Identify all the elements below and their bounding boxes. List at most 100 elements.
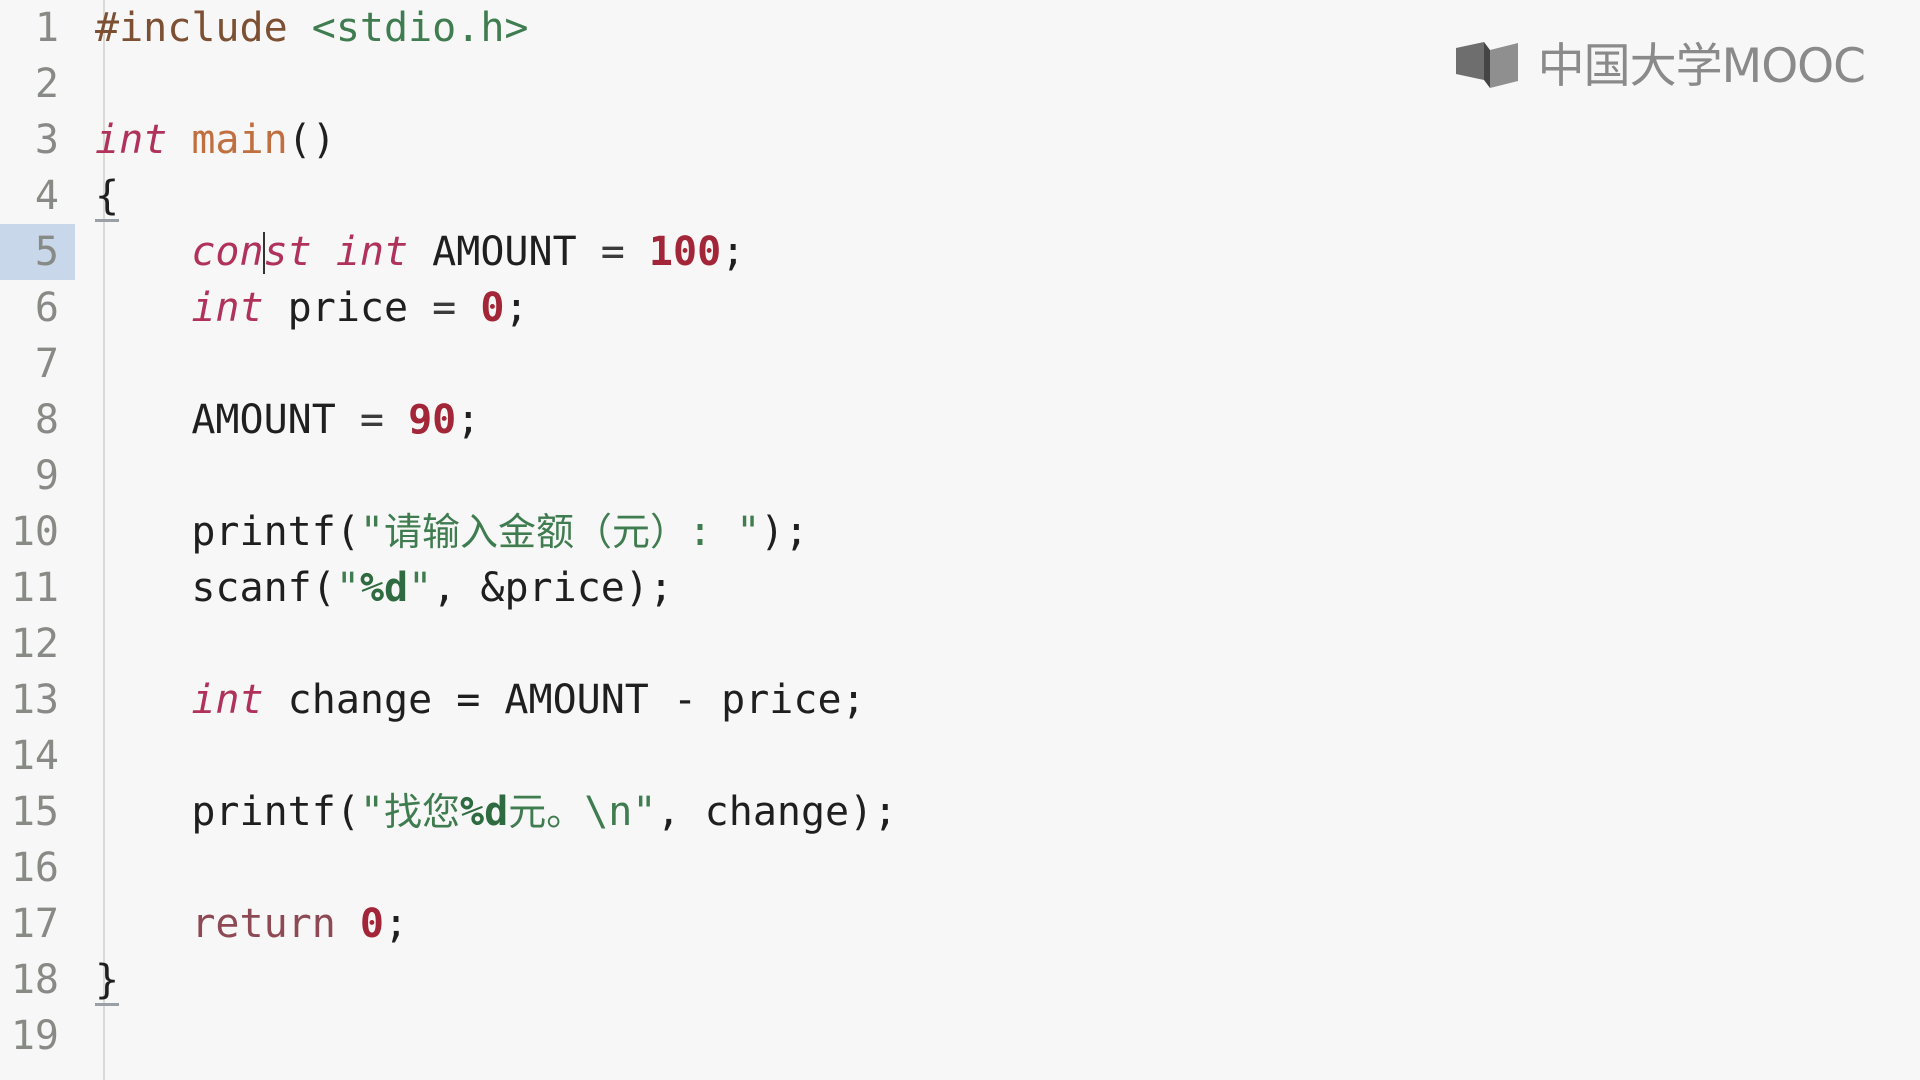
- code-line-12[interactable]: 12: [0, 616, 1920, 672]
- token-int: int: [191, 677, 264, 723]
- code-line-15[interactable]: 15 printf("找您%d元。\n", change);: [0, 784, 1920, 840]
- code-line-13[interactable]: 13 int change = AMOUNT - price;: [0, 672, 1920, 728]
- token-include: #include: [95, 5, 288, 51]
- code-text-5[interactable]: const int AMOUNT = 100;: [75, 224, 1920, 280]
- code-text-19[interactable]: [75, 1008, 1920, 1064]
- code-line-3[interactable]: 3 int main(): [0, 112, 1920, 168]
- code-line-4[interactable]: 4 {: [0, 168, 1920, 224]
- token-semicolon: ;: [384, 901, 409, 947]
- line-number-10: 10: [10, 509, 59, 555]
- code-line-19[interactable]: 19: [0, 1008, 1920, 1064]
- token-int: int: [335, 229, 409, 275]
- code-line-18[interactable]: 18 }: [0, 952, 1920, 1008]
- code-line-16[interactable]: 16: [0, 840, 1920, 896]
- token-price: price: [263, 285, 433, 331]
- line-number-16: 16: [10, 845, 59, 891]
- code-text-17[interactable]: return 0;: [75, 896, 1920, 952]
- open-book-icon: [1454, 40, 1528, 92]
- token-printf: printf: [191, 789, 336, 835]
- token-semicolon: ;: [721, 229, 746, 275]
- code-editor[interactable]: 1 #include <stdio.h> 2 3 int main() 4 { …: [0, 0, 1920, 1080]
- token-semicolon: ;: [504, 285, 529, 331]
- code-text-7[interactable]: [75, 336, 1920, 392]
- token-scanf: scanf: [191, 565, 312, 611]
- line-number-1: 1: [34, 5, 59, 51]
- code-line-7[interactable]: 7: [0, 336, 1920, 392]
- token-open-paren: (: [335, 789, 360, 835]
- code-text-15[interactable]: printf("找您%d元。\n", change);: [75, 784, 1920, 840]
- code-line-17[interactable]: 17 return 0;: [0, 896, 1920, 952]
- code-text-18[interactable]: }: [75, 952, 1920, 1008]
- code-line-14[interactable]: 14: [0, 728, 1920, 784]
- code-text-9[interactable]: [75, 448, 1920, 504]
- token-format-specifier: %d: [359, 565, 409, 611]
- code-line-10[interactable]: 10 printf("请输入金额（元）: ");: [0, 504, 1920, 560]
- line-number-15: 15: [10, 789, 59, 835]
- token-assign: =: [359, 397, 384, 443]
- code-text-14[interactable]: [75, 728, 1920, 784]
- token-header: <stdio.h>: [311, 5, 529, 51]
- line-number-3: 3: [34, 117, 59, 163]
- code-text-6[interactable]: int price = 0;: [75, 280, 1920, 336]
- line-number-5: 5: [0, 224, 75, 280]
- token-assign: =: [432, 285, 457, 331]
- token-int: int: [95, 117, 168, 163]
- token-main: main: [191, 117, 288, 163]
- code-text-4[interactable]: {: [75, 168, 1920, 224]
- token-amount: AMOUNT: [191, 397, 360, 443]
- line-number-4: 4: [34, 173, 59, 219]
- code-line-9[interactable]: 9: [0, 448, 1920, 504]
- token-chinese-change: 找您: [384, 790, 461, 834]
- code-text-10[interactable]: printf("请输入金额（元）: ");: [75, 504, 1920, 560]
- line-number-6: 6: [34, 285, 59, 331]
- token-open-paren: (: [335, 509, 360, 555]
- token-quote-open: ": [335, 565, 360, 611]
- token-semicolon: ;: [456, 397, 481, 443]
- token-close-brace: }: [95, 957, 120, 1006]
- mooc-watermark: 中国大学MOOC: [1454, 38, 1866, 94]
- line-number-14: 14: [10, 733, 59, 779]
- token-parens: (): [287, 117, 336, 163]
- token-chinese-prompt: 请输入金额（元）: [384, 510, 689, 554]
- code-text-3[interactable]: int main(): [75, 112, 1920, 168]
- line-number-19: 19: [10, 1013, 59, 1059]
- token-number-0: 0: [335, 901, 384, 947]
- token-colon: :: [688, 509, 737, 555]
- token-format-specifier: %d: [460, 789, 509, 835]
- token-number-90: 90: [384, 397, 457, 443]
- token-int: int: [191, 285, 264, 331]
- mooc-logo-text: 中国大学MOOC: [1537, 38, 1866, 94]
- token-open-brace: {: [95, 173, 120, 222]
- line-number-8: 8: [34, 397, 59, 443]
- code-text-11[interactable]: scanf("%d", &price);: [75, 560, 1920, 616]
- line-number-17: 17: [10, 901, 59, 947]
- code-text-16[interactable]: [75, 840, 1920, 896]
- code-line-5-active[interactable]: 5 const int AMOUNT = 100;: [0, 224, 1920, 280]
- code-text-12[interactable]: [75, 616, 1920, 672]
- token-chinese-yuan: 元。: [508, 790, 585, 834]
- line-number-2: 2: [34, 61, 59, 107]
- token-quote-close: ": [736, 509, 761, 555]
- line-number-18: 18: [10, 957, 59, 1003]
- token-change-expr: change = AMOUNT - price;: [263, 677, 866, 723]
- text-caret: [262, 232, 265, 274]
- code-text-8[interactable]: AMOUNT = 90;: [75, 392, 1920, 448]
- line-number-11: 11: [10, 565, 59, 611]
- code-line-6[interactable]: 6 int price = 0;: [0, 280, 1920, 336]
- token-const-part1: con: [191, 229, 264, 275]
- code-line-11[interactable]: 11 scanf("%d", &price);: [0, 560, 1920, 616]
- code-text-13[interactable]: int change = AMOUNT - price;: [75, 672, 1920, 728]
- token-number-100: 100: [624, 229, 722, 275]
- code-line-8[interactable]: 8 AMOUNT = 90;: [0, 392, 1920, 448]
- token-escape-newline: \n: [584, 789, 633, 835]
- token-quote-close: ": [408, 565, 433, 611]
